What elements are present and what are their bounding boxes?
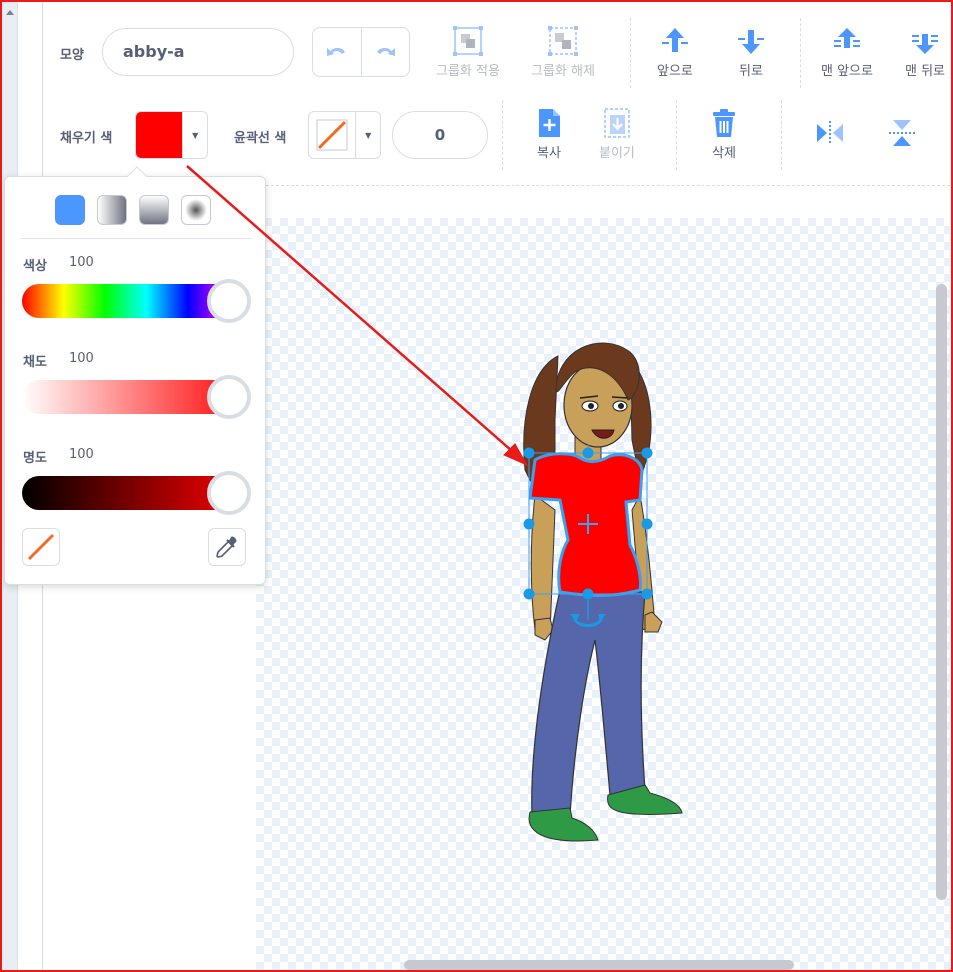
eyedropper-button[interactable] [208, 528, 246, 566]
vertical-gradient-mode[interactable] [139, 195, 169, 225]
copy-label: 복사 [537, 146, 561, 161]
outline-color-button[interactable]: ▼ [308, 111, 381, 159]
paste-button[interactable]: 붙이기 [599, 106, 635, 161]
collapse-arrow-icon[interactable] [6, 10, 14, 15]
back-button[interactable]: 맨 뒤로 [905, 24, 945, 79]
saturation-slider-knob[interactable] [207, 375, 251, 419]
delete-label: 삭제 [712, 146, 736, 161]
trash-icon [713, 109, 735, 137]
fill-mode-selector [55, 195, 211, 225]
outline-width-input[interactable]: 0 [392, 111, 488, 159]
front-button[interactable]: 맨 앞으로 [821, 24, 873, 79]
fill-color-swatch [136, 112, 184, 158]
flip-horizontal-button[interactable] [814, 116, 846, 150]
ungroup-button[interactable]: 그룹화 해제 [531, 24, 595, 79]
eyedropper-icon [216, 536, 237, 558]
paste-label: 붙이기 [599, 146, 635, 161]
copy-icon [539, 109, 560, 137]
ungroup-label: 그룹화 해제 [531, 64, 595, 79]
dropdown-arrow-icon: ▼ [192, 130, 199, 140]
delete-button[interactable]: 삭제 [710, 106, 738, 161]
paint-canvas[interactable] [256, 218, 950, 970]
forward-icon [661, 28, 688, 52]
dropdown-arrow-icon: ▼ [365, 130, 372, 140]
backward-button[interactable]: 뒤로 [735, 24, 767, 79]
solid-fill-mode[interactable] [55, 195, 85, 225]
separator [781, 100, 782, 170]
no-fill-button[interactable] [22, 528, 60, 566]
saturation-value: 100 [69, 351, 94, 366]
to-front-icon [833, 28, 860, 48]
separator [630, 18, 631, 88]
fill-color-picker: 색상 100 채도 100 명도 100 [4, 166, 266, 585]
no-color-icon [316, 119, 348, 151]
backward-icon [738, 30, 764, 54]
forward-button[interactable]: 앞으로 [657, 24, 693, 79]
saturation-label: 채도 [23, 355, 47, 370]
vertical-scrollbar[interactable] [936, 284, 947, 900]
popover-caret [127, 166, 147, 186]
flip-vertical-icon [889, 120, 915, 146]
undo-redo-group [312, 27, 410, 77]
redo-button[interactable] [360, 28, 410, 76]
copy-button[interactable]: 복사 [535, 106, 563, 161]
hue-label: 색상 [23, 259, 47, 274]
undo-icon [326, 48, 345, 56]
horizontal-gradient-mode[interactable] [97, 195, 127, 225]
hue-slider-knob[interactable] [207, 279, 251, 323]
sprite-abby[interactable] [256, 218, 950, 970]
ungroup-icon [547, 26, 578, 56]
back-label: 맨 뒤로 [905, 64, 946, 79]
hue-value: 100 [69, 255, 94, 270]
paste-icon [604, 108, 630, 138]
brightness-slider-knob[interactable] [207, 471, 251, 515]
undo-button[interactable] [313, 28, 361, 76]
backward-label: 뒤로 [739, 64, 763, 79]
brightness-value: 100 [69, 447, 94, 462]
front-label: 맨 앞으로 [821, 64, 873, 79]
group-label: 그룹화 적용 [436, 64, 500, 79]
separator [800, 18, 801, 88]
horizontal-scrollbar[interactable] [404, 960, 794, 970]
costume-name-input[interactable]: abby-a [102, 28, 294, 76]
divider [21, 238, 251, 239]
costume-label: 모양 [60, 48, 84, 63]
redo-icon [377, 48, 396, 56]
flip-vertical-button[interactable] [886, 116, 918, 150]
group-icon [452, 26, 483, 56]
group-button[interactable]: 그룹화 적용 [436, 24, 500, 79]
radial-gradient-mode[interactable] [181, 195, 211, 225]
no-color-icon [27, 533, 55, 561]
canvas-top-edge [256, 185, 950, 215]
brightness-label: 명도 [23, 451, 47, 466]
flip-horizontal-icon [817, 121, 843, 145]
outline-none-swatch [309, 112, 357, 158]
outline-color-label: 윤곽선 색 [234, 131, 287, 146]
to-back-icon [912, 34, 938, 54]
fill-color-label: 채우기 색 [60, 131, 113, 146]
forward-label: 앞으로 [657, 64, 693, 79]
fill-color-button[interactable]: ▼ [135, 111, 208, 159]
separator [502, 100, 503, 170]
separator [676, 100, 677, 170]
